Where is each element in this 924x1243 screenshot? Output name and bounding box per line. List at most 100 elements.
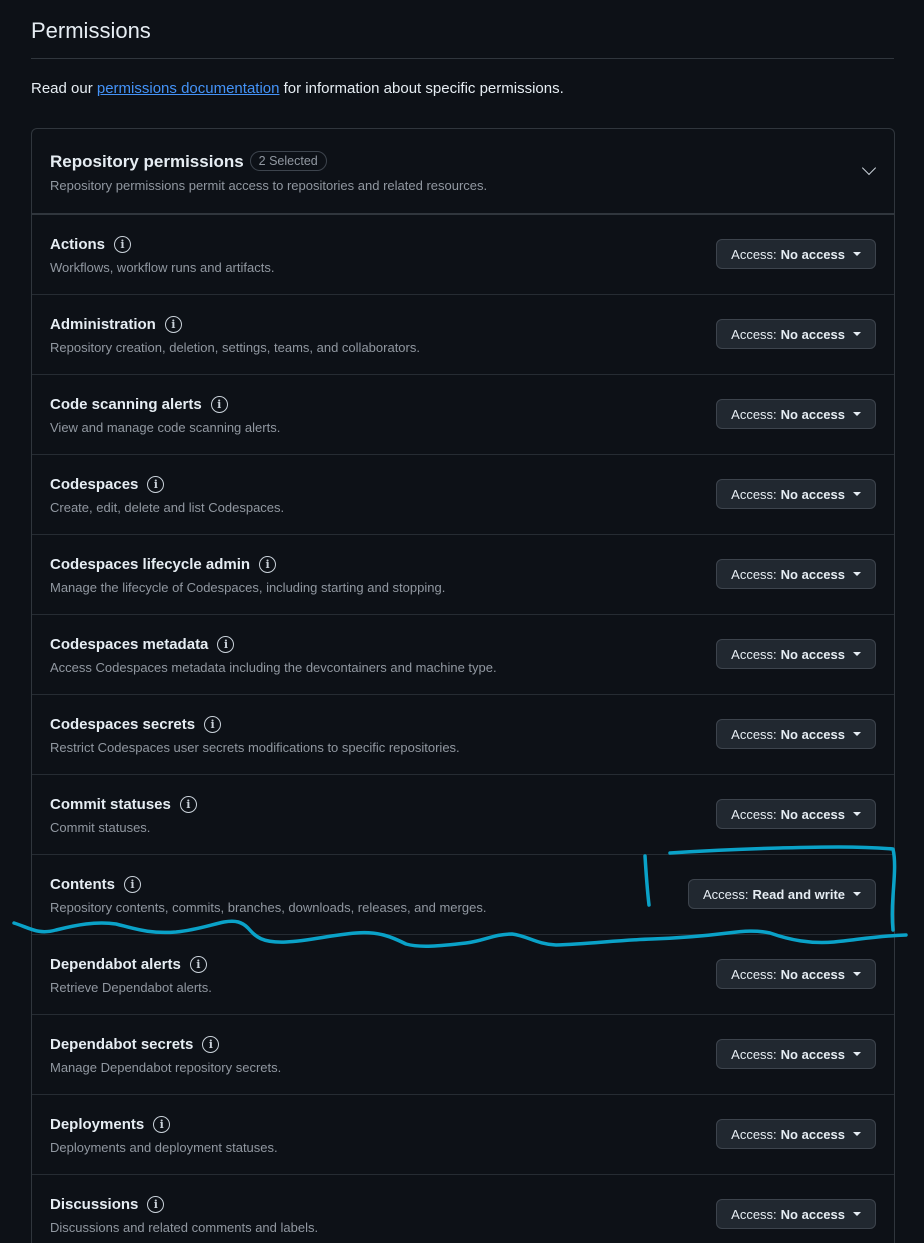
repository-permissions-description: Repository permissions permit access to …	[50, 178, 488, 193]
access-dropdown-button[interactable]: Access: No access	[716, 1119, 876, 1149]
permission-name: Administration i	[50, 316, 182, 333]
access-level: No access	[780, 806, 845, 822]
permission-name: Code scanning alerts i	[50, 396, 228, 413]
access-level: No access	[780, 1126, 845, 1142]
access-dropdown-button[interactable]: Access: No access	[716, 239, 876, 269]
repository-permissions-header[interactable]: Repository permissions 2 Selected Reposit…	[32, 129, 894, 215]
access-dropdown-button[interactable]: Access: No access	[716, 399, 876, 429]
permission-description: Access Codespaces metadata including the…	[50, 660, 497, 675]
chevron-down-icon[interactable]	[861, 160, 877, 176]
access-level: No access	[780, 246, 845, 262]
permission-name-label: Codespaces metadata	[50, 636, 209, 653]
permission-name-label: Dependabot alerts	[50, 956, 181, 973]
access-prefix: Access:	[731, 806, 777, 822]
info-icon[interactable]: i	[179, 796, 197, 813]
access-level: No access	[780, 646, 845, 662]
permission-name-label: Code scanning alerts	[50, 396, 202, 413]
caret-down-icon	[853, 1212, 861, 1216]
permission-description: Repository creation, deletion, settings,…	[50, 340, 420, 355]
permissions-documentation-link[interactable]: permissions documentation	[97, 80, 280, 97]
permission-row: Codespaces secrets i Restrict Codespaces u…	[32, 695, 894, 775]
info-icon[interactable]: i	[210, 396, 228, 413]
permission-description: View and manage code scanning alerts.	[50, 420, 281, 435]
permission-description: Restrict Codespaces user secrets modific…	[50, 740, 460, 755]
permission-description: Repository contents, commits, branches, …	[50, 900, 487, 915]
info-icon[interactable]: i	[147, 476, 165, 493]
permission-row: Deployments i Deployments and deployment s…	[32, 1095, 894, 1175]
permission-name: Codespaces lifecycle admin i	[50, 556, 277, 573]
caret-down-icon	[853, 332, 861, 336]
permission-description: Retrieve Dependabot alerts.	[50, 980, 212, 995]
permission-name-label: Deployments	[50, 1116, 145, 1133]
intro-text: Read our permissions documentation for i…	[31, 80, 564, 97]
caret-down-icon	[853, 812, 861, 816]
repository-permissions-title: Repository permissions 2 Selected	[50, 151, 327, 172]
access-dropdown-button[interactable]: Access: No access	[716, 799, 876, 829]
access-dropdown-button[interactable]: Access: No access	[716, 319, 876, 349]
access-dropdown-button[interactable]: Access: No access	[716, 719, 876, 749]
access-dropdown-button[interactable]: Access: No access	[716, 959, 876, 989]
info-icon[interactable]: i	[204, 716, 222, 733]
access-dropdown-button[interactable]: Access: No access	[716, 1199, 876, 1229]
permission-name: Commit statuses i	[50, 796, 197, 813]
permission-row: Administration i Repository creation, dele…	[32, 295, 894, 375]
access-level: No access	[780, 566, 845, 582]
access-level: No access	[780, 726, 845, 742]
permission-row: Codespaces i Create, edit, delete and list…	[32, 455, 894, 535]
permission-name: Dependabot alerts i	[50, 956, 207, 973]
caret-down-icon	[853, 652, 861, 656]
access-prefix: Access:	[731, 486, 777, 502]
permission-name-label: Contents	[50, 876, 115, 893]
access-level: No access	[780, 486, 845, 502]
info-icon[interactable]: i	[202, 1036, 220, 1053]
permission-row: Commit statuses i Commit statuses. Access: …	[32, 775, 894, 855]
permission-row: Code scanning alerts i View and manage cod…	[32, 375, 894, 455]
permission-description: Commit statuses.	[50, 820, 151, 835]
access-dropdown-button[interactable]: Access: No access	[716, 639, 876, 669]
permission-name: Deployments i	[50, 1116, 171, 1133]
permissions-page: Permissions Read our permissions documen…	[0, 0, 924, 1243]
selected-count-badge: 2 Selected	[249, 151, 327, 171]
caret-down-icon	[853, 1052, 861, 1056]
access-prefix: Access:	[703, 886, 749, 902]
caret-down-icon	[853, 492, 861, 496]
access-prefix: Access:	[731, 566, 777, 582]
info-icon[interactable]: i	[259, 556, 277, 573]
access-dropdown-button[interactable]: Access: Read and write	[688, 879, 876, 909]
access-prefix: Access:	[731, 1206, 777, 1222]
permission-name-label: Commit statuses	[50, 796, 171, 813]
permission-name: Discussions i	[50, 1196, 165, 1213]
permission-name-label: Codespaces	[50, 476, 139, 493]
permission-name: Codespaces i	[50, 476, 165, 493]
access-dropdown-button[interactable]: Access: No access	[716, 1039, 876, 1069]
info-icon[interactable]: i	[114, 236, 132, 253]
permission-name-label: Administration	[50, 316, 156, 333]
permission-row: Dependabot alerts i Retrieve Dependabot al…	[32, 935, 894, 1015]
access-level: No access	[780, 966, 845, 982]
info-icon[interactable]: i	[147, 1196, 165, 1213]
access-prefix: Access:	[731, 406, 777, 422]
permission-name: Codespaces secrets i	[50, 716, 222, 733]
permission-name-label: Discussions	[50, 1196, 139, 1213]
intro-before: Read our	[31, 80, 97, 97]
access-dropdown-button[interactable]: Access: No access	[716, 479, 876, 509]
caret-down-icon	[853, 732, 861, 736]
access-prefix: Access:	[731, 1046, 777, 1062]
permission-name: Actions i	[50, 236, 132, 253]
info-icon[interactable]: i	[217, 636, 235, 653]
permission-description: Create, edit, delete and list Codespaces…	[50, 500, 285, 515]
permission-name: Dependabot secrets i	[50, 1036, 220, 1053]
permission-row: Dependabot secrets i Manage Dependabot rep…	[32, 1015, 894, 1095]
permission-rows: Actions i Workflows, workflow runs and art…	[32, 215, 894, 1243]
info-icon[interactable]: i	[189, 956, 207, 973]
access-prefix: Access:	[731, 326, 777, 342]
info-icon[interactable]: i	[153, 1116, 171, 1133]
access-level: No access	[780, 326, 845, 342]
info-icon[interactable]: i	[164, 316, 182, 333]
caret-down-icon	[853, 892, 861, 896]
access-dropdown-button[interactable]: Access: No access	[716, 559, 876, 589]
permission-row: Actions i Workflows, workflow runs and art…	[32, 215, 894, 295]
permission-row: Codespaces metadata i Access Codespaces me…	[32, 615, 894, 695]
permission-description: Workflows, workflow runs and artifacts.	[50, 260, 275, 275]
info-icon[interactable]: i	[124, 876, 141, 893]
